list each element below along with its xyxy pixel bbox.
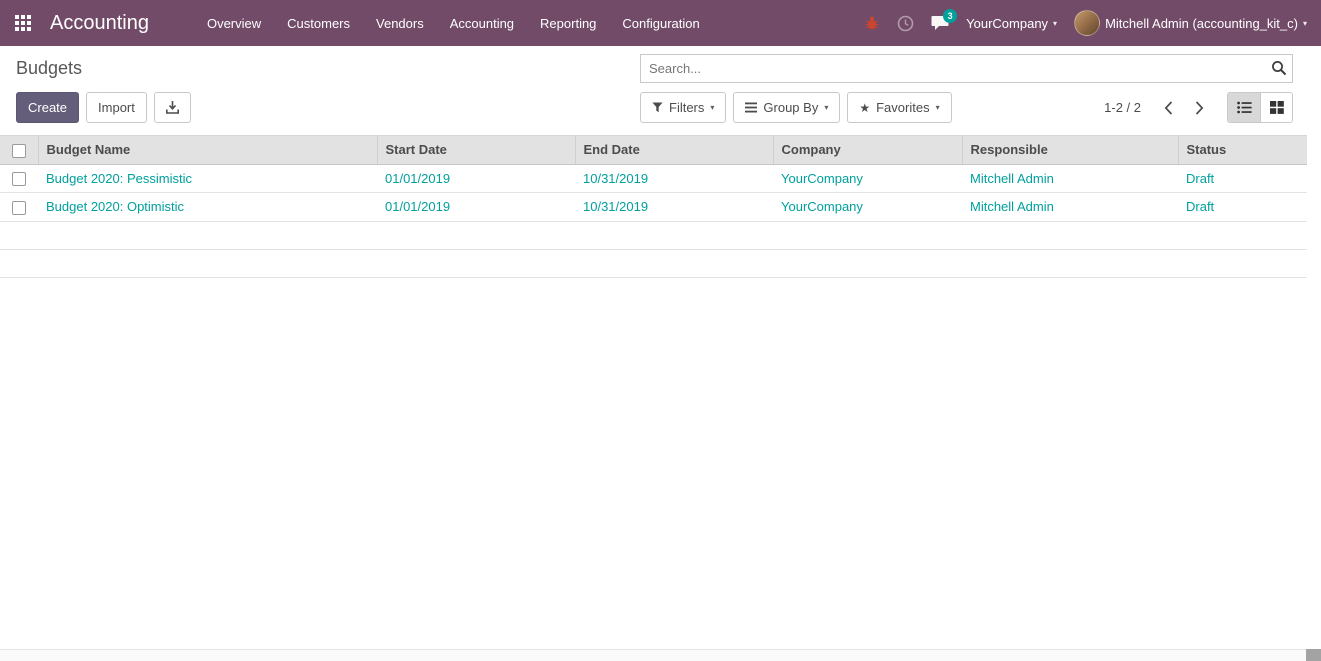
grid-icon: [15, 15, 31, 31]
cell-company[interactable]: YourCompany: [773, 192, 962, 222]
cell-status[interactable]: Draft: [1178, 164, 1307, 194]
menu-accounting[interactable]: Accounting: [450, 16, 514, 31]
user-menu[interactable]: Mitchell Admin (accounting_kit_c) ▾: [1074, 10, 1307, 36]
import-button[interactable]: Import: [86, 92, 147, 123]
cell-budget-name[interactable]: Budget 2020: Optimistic: [38, 192, 377, 222]
chevron-down-icon: ▾: [935, 103, 940, 112]
pager-previous-button[interactable]: [1155, 97, 1182, 119]
cell-responsible[interactable]: Mitchell Admin: [962, 164, 1178, 194]
row-checkbox[interactable]: [12, 200, 26, 215]
chevron-left-icon: [1164, 100, 1173, 115]
favorites-button[interactable]: ★ Favorites ▾: [847, 92, 952, 123]
cell-responsible[interactable]: Mitchell Admin: [962, 192, 1178, 222]
menu-overview[interactable]: Overview: [207, 16, 261, 31]
search-box: [640, 54, 1293, 83]
favorites-label: Favorites: [876, 100, 930, 115]
filters-button[interactable]: Filters ▾: [640, 92, 727, 123]
empty-row: [0, 221, 1307, 250]
group-by-label: Group By: [763, 100, 819, 115]
menu-configuration[interactable]: Configuration: [622, 16, 699, 31]
search-icon[interactable]: [1271, 60, 1287, 76]
kanban-view-button[interactable]: [1260, 93, 1292, 122]
column-header-company[interactable]: Company: [772, 135, 962, 165]
cell-status[interactable]: Draft: [1178, 192, 1307, 222]
chevron-down-icon: ▾: [824, 103, 829, 112]
row-checkbox-cell: [0, 192, 38, 222]
pager: 1-2 / 2: [1104, 97, 1213, 119]
row-checkbox[interactable]: [12, 172, 26, 187]
company-switcher[interactable]: YourCompany ▾: [966, 16, 1057, 31]
user-name: Mitchell Admin (accounting_kit_c): [1105, 15, 1298, 31]
create-button[interactable]: Create: [16, 92, 80, 123]
star-icon: ★: [859, 100, 871, 115]
menu-reporting[interactable]: Reporting: [540, 16, 596, 31]
bug-icon: [865, 16, 879, 30]
empty-row: [0, 249, 1307, 278]
debug-bug-icon[interactable]: [864, 15, 880, 31]
cell-company[interactable]: YourCompany: [773, 164, 962, 194]
horizontal-scrollbar-track[interactable]: [0, 649, 1321, 661]
control-panel: Budgets Create Import: [0, 46, 1321, 123]
menu-customers[interactable]: Customers: [287, 16, 350, 31]
table-row[interactable]: Budget 2020: Optimistic 01/01/2019 10/31…: [0, 192, 1307, 222]
column-header-status[interactable]: Status: [1177, 135, 1307, 165]
cell-end-date[interactable]: 10/31/2019: [575, 164, 773, 194]
pager-next-button[interactable]: [1186, 97, 1213, 119]
main-menu: Overview Customers Vendors Accounting Re…: [207, 16, 700, 31]
chevron-down-icon: ▾: [1302, 18, 1307, 28]
systray: 3 YourCompany ▾ Mitchell Admin (accounti…: [864, 9, 1307, 36]
budget-table: Budget Name Start Date End Date Company …: [0, 135, 1307, 278]
kanban-icon: [1269, 101, 1284, 114]
company-name: YourCompany: [966, 15, 1049, 31]
budget-list-view: Budget Name Start Date End Date Company …: [0, 135, 1321, 278]
messages-icon[interactable]: 3: [931, 9, 958, 31]
chevron-right-icon: [1195, 100, 1204, 115]
download-icon: [165, 101, 179, 114]
select-all-cell: [0, 135, 38, 165]
search-option-buttons: Filters ▾ Group By ▾ ★ Favorites ▾: [640, 92, 952, 123]
column-header-responsible[interactable]: Responsible: [961, 135, 1178, 165]
control-panel-bottom-row: Create Import Filters ▾ Group By ▾ ★ Fav…: [16, 92, 1293, 123]
top-navbar: Accounting Overview Customers Vendors Ac…: [0, 0, 1321, 46]
action-buttons: Create Import: [16, 92, 640, 123]
activities-clock-icon[interactable]: [897, 15, 914, 32]
apps-menu-icon[interactable]: [0, 0, 46, 46]
chevron-down-icon: ▾: [710, 103, 715, 112]
bars-icon: [745, 102, 758, 113]
breadcrumb: Budgets: [16, 58, 640, 79]
column-header-budget-name[interactable]: Budget Name: [37, 135, 377, 165]
row-checkbox-cell: [0, 164, 38, 194]
clock-icon: [897, 15, 914, 31]
export-button[interactable]: [153, 92, 191, 123]
view-switcher: [1227, 92, 1293, 123]
cell-budget-name[interactable]: Budget 2020: Pessimistic: [38, 164, 377, 194]
column-header-end-date[interactable]: End Date: [574, 135, 773, 165]
app-name[interactable]: Accounting: [50, 12, 149, 35]
table-row[interactable]: Budget 2020: Pessimistic 01/01/2019 10/3…: [0, 164, 1307, 194]
user-avatar: [1074, 10, 1101, 36]
table-header-row: Budget Name Start Date End Date Company …: [0, 135, 1307, 165]
column-header-start-date[interactable]: Start Date: [376, 135, 575, 165]
page-title: Budgets: [16, 58, 83, 78]
cell-end-date[interactable]: 10/31/2019: [575, 192, 773, 222]
filters-label: Filters: [669, 100, 705, 115]
funnel-icon: [652, 102, 663, 113]
group-by-button[interactable]: Group By ▾: [733, 92, 841, 123]
cell-start-date[interactable]: 01/01/2019: [377, 164, 575, 194]
list-icon: [1236, 101, 1252, 114]
cell-start-date[interactable]: 01/01/2019: [377, 192, 575, 222]
scrollbar-thumb[interactable]: [1306, 649, 1321, 661]
chevron-down-icon: ▾: [1053, 18, 1058, 28]
select-all-checkbox[interactable]: [11, 143, 26, 158]
search-input[interactable]: [640, 54, 1293, 83]
list-view-button[interactable]: [1228, 93, 1260, 122]
pager-range: 1-2 / 2: [1104, 100, 1141, 115]
menu-vendors[interactable]: Vendors: [376, 16, 424, 31]
message-count-badge: 3: [943, 9, 958, 23]
control-panel-top-row: Budgets: [16, 54, 1293, 83]
